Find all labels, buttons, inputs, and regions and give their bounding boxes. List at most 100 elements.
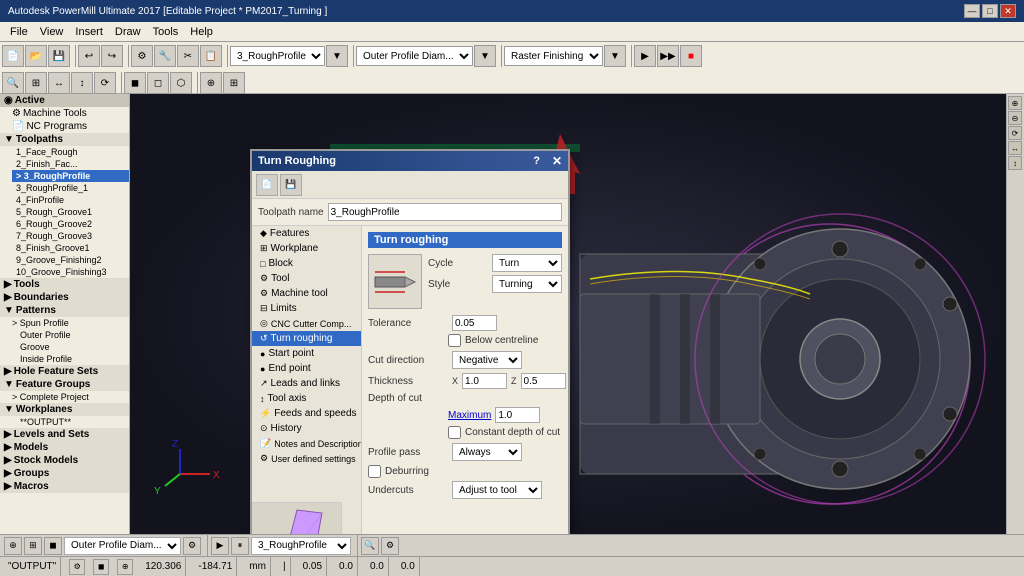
- thickness-x-input[interactable]: [462, 373, 507, 389]
- bottom-btn-8[interactable]: ⚙: [381, 537, 399, 555]
- deburring-checkbox[interactable]: [368, 465, 381, 478]
- profile-pass-select[interactable]: Always Never Last: [452, 443, 522, 461]
- view-btn3[interactable]: ↔: [48, 72, 70, 94]
- tree-boundaries[interactable]: ▶Boundaries: [0, 291, 129, 304]
- view-btn1[interactable]: 🔍: [2, 72, 24, 94]
- tree-groups[interactable]: ▶Groups: [0, 467, 129, 480]
- dialog-help-button[interactable]: ?: [533, 155, 540, 167]
- menu-file[interactable]: File: [4, 24, 34, 40]
- right-btn-1[interactable]: ⊕: [1008, 96, 1022, 110]
- view-btn5[interactable]: ⟳: [94, 72, 116, 94]
- calc-btn[interactable]: ▶: [634, 45, 656, 67]
- nav-tool-axis[interactable]: ↕Tool axis: [252, 391, 361, 406]
- bottom-btn-4[interactable]: ⚙: [183, 537, 201, 555]
- minimize-button[interactable]: —: [964, 4, 980, 18]
- nav-notes[interactable]: 📝Notes and Description: [252, 436, 361, 451]
- nav-leads-links[interactable]: ↗Leads and links: [252, 376, 361, 391]
- tree-toolpaths[interactable]: ▼Toolpaths: [0, 133, 129, 146]
- profile-dropdown[interactable]: Outer Profile Diam...: [356, 46, 473, 66]
- status-btn-3[interactable]: ⊕: [117, 559, 133, 575]
- cut-direction-select[interactable]: Negative Positive: [452, 351, 522, 369]
- dialog-new-btn[interactable]: 📄: [256, 174, 278, 196]
- dialog-close-button[interactable]: ✕: [552, 154, 562, 168]
- tree-7-rough-groove[interactable]: 7_Rough_Groove3: [12, 230, 129, 242]
- nav-tool[interactable]: ⚙Tool: [252, 271, 361, 286]
- nav-block[interactable]: □Block: [252, 256, 361, 271]
- calc-all-btn[interactable]: ▶▶: [657, 45, 679, 67]
- tree-stock-models[interactable]: ▶Stock Models: [0, 454, 129, 467]
- tree-workplanes[interactable]: ▼Workplanes: [0, 403, 129, 416]
- menu-insert[interactable]: Insert: [69, 24, 109, 40]
- tolerance-input[interactable]: [452, 315, 497, 331]
- tree-nc-programs[interactable]: 📄NC Programs: [0, 120, 129, 133]
- tree-machine-tools[interactable]: ⚙Machine Tools: [0, 107, 129, 120]
- right-btn-4[interactable]: ↔: [1008, 141, 1022, 155]
- dialog-save-btn[interactable]: 💾: [280, 174, 302, 196]
- tree-6-rough-groove[interactable]: 6_Rough_Groove2: [12, 218, 129, 230]
- tree-models[interactable]: ▶Models: [0, 441, 129, 454]
- nav-cnc[interactable]: ◎CNC Cutter Comp...: [252, 316, 361, 331]
- right-btn-5[interactable]: ↕: [1008, 156, 1022, 170]
- tree-1-face-rough[interactable]: 1_Face_Rough: [12, 146, 129, 158]
- bottom-btn-2[interactable]: ⊞: [24, 537, 42, 555]
- toolpath-name-input[interactable]: [328, 203, 562, 221]
- view-btn4[interactable]: ↕: [71, 72, 93, 94]
- tree-8-finish-groove[interactable]: 8_Finish_Groove1: [12, 242, 129, 254]
- menu-tools[interactable]: Tools: [147, 24, 185, 40]
- bottom-profile-select[interactable]: Outer Profile Diam...: [64, 537, 181, 555]
- bottom-btn-5[interactable]: ▶: [211, 537, 229, 555]
- tree-output[interactable]: **OUTPUT**: [16, 416, 129, 428]
- nav-turn-roughing[interactable]: ↺Turn roughing: [252, 331, 361, 346]
- nav-user-defined[interactable]: ⚙User defined settings: [252, 451, 361, 466]
- bottom-btn-3[interactable]: ◼: [44, 537, 62, 555]
- right-btn-3[interactable]: ⟳: [1008, 126, 1022, 140]
- tree-complete-project[interactable]: > Complete Project: [8, 391, 129, 403]
- nav-features[interactable]: ◆Features: [252, 226, 361, 241]
- redo-btn[interactable]: ↪: [101, 45, 123, 67]
- tree-groove[interactable]: Groove: [16, 341, 129, 353]
- snap-btn[interactable]: ⊕: [200, 72, 222, 94]
- tree-5-rough-groove[interactable]: 5_Rough_Groove1: [12, 206, 129, 218]
- tb-btn4[interactable]: 🔧: [154, 45, 176, 67]
- open-btn[interactable]: 📂: [25, 45, 47, 67]
- tree-hole-feature-sets[interactable]: ▶Hole Feature Sets: [0, 365, 129, 378]
- bottom-toolpath-select[interactable]: 3_RoughProfile: [251, 537, 351, 555]
- tree-patterns[interactable]: ▼Patterns: [0, 304, 129, 317]
- tb-btn5[interactable]: ✂: [177, 45, 199, 67]
- tree-3-rough-profile[interactable]: > 3_RoughProfile: [12, 170, 129, 182]
- tb-btn8[interactable]: ▼: [474, 45, 496, 67]
- cycle-select[interactable]: Turn Face Profile: [492, 254, 562, 272]
- tree-spun-profile[interactable]: > Spun Profile: [8, 317, 129, 329]
- right-btn-2[interactable]: ⊖: [1008, 111, 1022, 125]
- thickness-z-input[interactable]: [521, 373, 566, 389]
- tree-inside-profile[interactable]: Inside Profile: [16, 353, 129, 365]
- nav-start-point[interactable]: ●Start point: [252, 346, 361, 361]
- stop-btn[interactable]: ■: [680, 45, 702, 67]
- wire-btn[interactable]: ◻: [147, 72, 169, 94]
- tree-feature-groups[interactable]: ▼Feature Groups: [0, 378, 129, 391]
- shade-btn[interactable]: ◼: [124, 72, 146, 94]
- nav-workplane[interactable]: ⊞Workplane: [252, 241, 361, 256]
- tree-4-fin[interactable]: 4_FinProfile: [12, 194, 129, 206]
- menu-help[interactable]: Help: [184, 24, 219, 40]
- bottom-btn-1[interactable]: ⊕: [4, 537, 22, 555]
- menu-draw[interactable]: Draw: [109, 24, 147, 40]
- close-button[interactable]: ✕: [1000, 4, 1016, 18]
- bottom-btn-6[interactable]: ⏸: [231, 537, 249, 555]
- max-input[interactable]: [495, 407, 540, 423]
- save-btn[interactable]: 💾: [48, 45, 70, 67]
- tb-btn7[interactable]: ▼: [326, 45, 348, 67]
- tree-outer-profile[interactable]: Outer Profile: [16, 329, 129, 341]
- bottom-btn-7[interactable]: 🔍: [361, 537, 379, 555]
- tb-btn3[interactable]: ⚙: [131, 45, 153, 67]
- nav-machine-tool[interactable]: ⚙Machine tool: [252, 286, 361, 301]
- style-select[interactable]: Turning Facing: [492, 275, 562, 293]
- new-btn[interactable]: 📄: [2, 45, 24, 67]
- menu-view[interactable]: View: [34, 24, 70, 40]
- undercuts-select[interactable]: Adjust to tool Ignore Error: [452, 481, 542, 499]
- undo-btn[interactable]: ↩: [78, 45, 100, 67]
- tree-10-groove-finishing[interactable]: 10_Groove_Finishing3: [12, 266, 129, 278]
- nav-feeds-speeds[interactable]: ⚡Feeds and speeds: [252, 406, 361, 421]
- nav-limits[interactable]: ⊟Limits: [252, 301, 361, 316]
- nav-end-point[interactable]: ●End point: [252, 361, 361, 376]
